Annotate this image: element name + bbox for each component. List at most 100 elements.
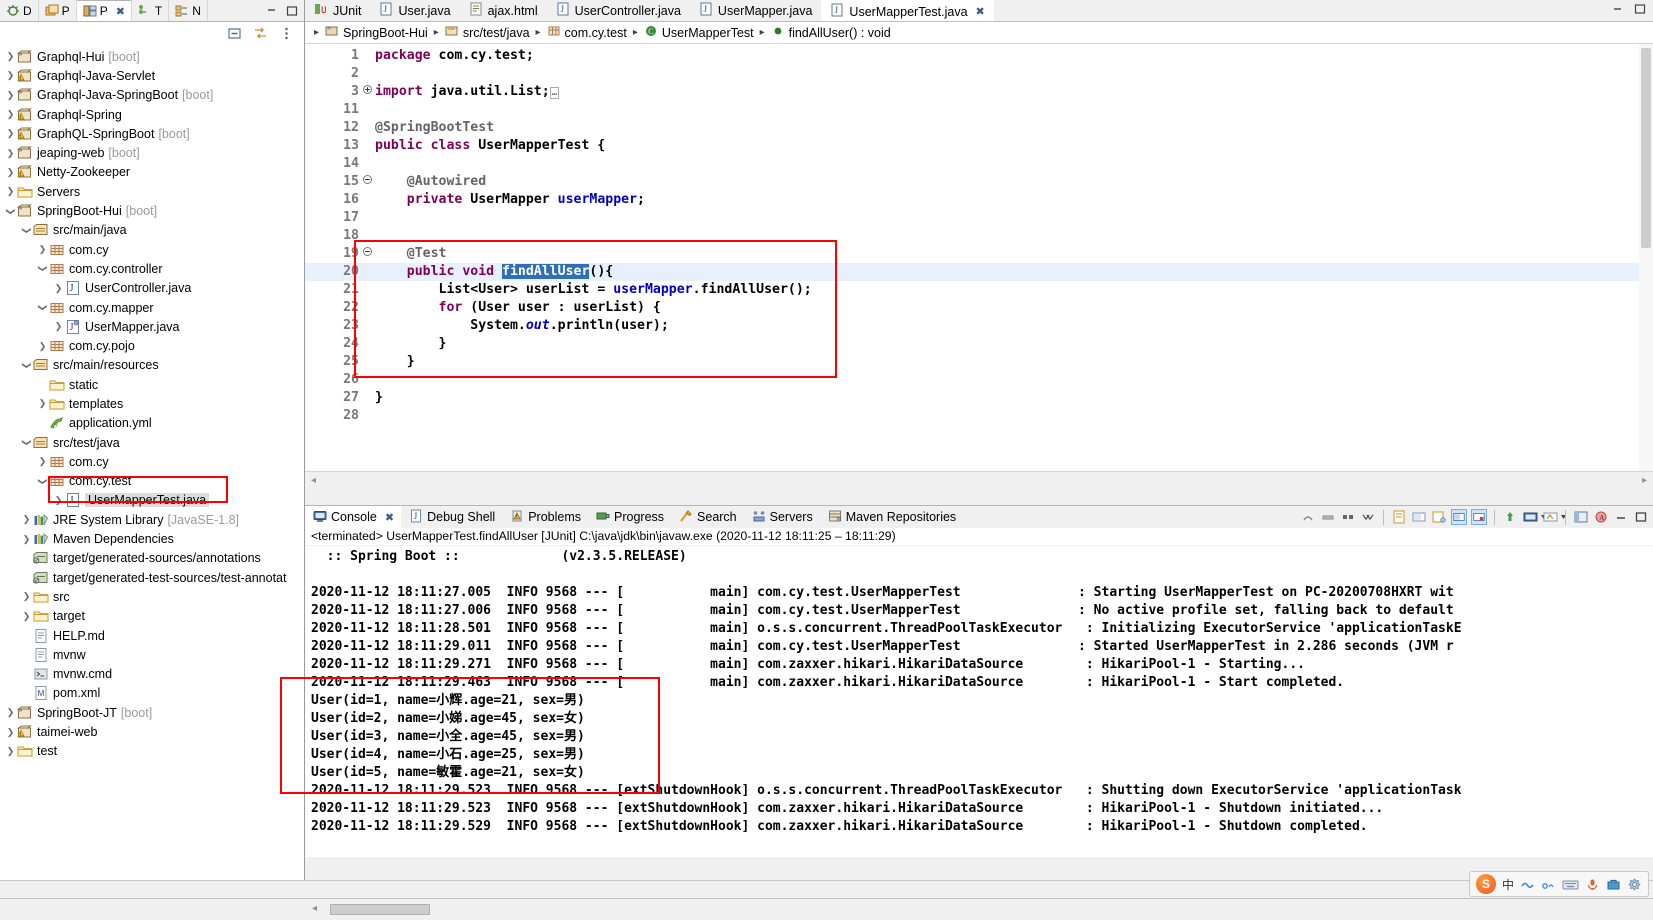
breadcrumb[interactable]: ▸ M SpringBoot-Hui ▸ src/test/java ▸ com… — [305, 22, 1653, 44]
editor-tab-usermapper-java[interactable]: J UserMapper.java — [690, 0, 822, 21]
tree-item-templates[interactable]: ❯ templates — [0, 394, 304, 413]
code-line[interactable]: 1 package com.cy.test; — [305, 47, 1653, 65]
show-console-icon[interactable] — [1411, 509, 1427, 525]
breadcrumb-item-source-folder[interactable]: src/test/java — [445, 24, 530, 41]
chevron-right-icon[interactable]: ❯ — [4, 128, 17, 139]
view-menu-icon[interactable]: A — [1593, 509, 1609, 525]
pin-console-icon[interactable] — [1431, 509, 1447, 525]
tree-item-com-cy[interactable]: ❯ com.cy — [0, 452, 304, 471]
close-icon[interactable]: ✖ — [116, 5, 125, 18]
chevron-right-icon[interactable]: ❯ — [4, 51, 17, 62]
tree-item-src-test-java[interactable]: ❯ src/test/java — [0, 433, 304, 452]
chevron-right-icon[interactable]: ❯ — [4, 186, 17, 197]
tree-item-graphql-spring[interactable]: ❯! Graphql-Spring — [0, 105, 304, 124]
terminate-all-icon[interactable] — [1300, 509, 1316, 525]
tree-item-graphql-java-servlet[interactable]: ❯! Graphql-Java-Servlet — [0, 66, 304, 85]
fold-expand-icon[interactable] — [361, 83, 373, 101]
chevron-right-icon[interactable]: ❯ — [4, 167, 17, 178]
tree-item-springboot-jt[interactable]: ❯ M SpringBoot-JT [boot] — [0, 703, 304, 722]
close-icon[interactable]: ✖ — [385, 511, 394, 524]
tree-item-src[interactable]: ❯ src — [0, 587, 304, 606]
view-menu-icon[interactable] — [279, 26, 294, 41]
breadcrumb-item-class[interactable]: C UserMapperTest — [644, 24, 754, 41]
console-output[interactable]: :: Spring Boot :: (v2.3.5.RELEASE) 2020-1… — [305, 546, 1653, 857]
code-line[interactable]: 18 — [305, 227, 1653, 245]
code-line[interactable]: 13 public class UserMapperTest { — [305, 137, 1653, 155]
console-tab-progress[interactable]: Progress — [588, 509, 671, 526]
tree-item-usermapper-java[interactable]: ❯ J UserMapper.java — [0, 317, 304, 336]
editor-tab-ajax-html[interactable]: ajax.html — [460, 0, 547, 21]
project-tree[interactable]: ❯ M Graphql-Hui [boot] ❯! Graphql-Java-Servle… — [0, 44, 304, 880]
chevron-down-icon[interactable]: ❯ — [5, 205, 16, 218]
open-perspective-icon[interactable] — [1573, 509, 1589, 525]
editor-tab-usercontroller-java[interactable]: J UserController.java — [547, 0, 690, 21]
chevron-down-icon[interactable]: ❯ — [21, 436, 32, 449]
half-width-icon[interactable] — [1541, 877, 1556, 892]
word-wrap-icon[interactable] — [1391, 509, 1407, 525]
tree-item-mvnw-cmd[interactable]: mvnw.cmd — [0, 665, 304, 684]
code-line[interactable]: 22 for (User user : userList) { — [305, 299, 1653, 317]
code-line[interactable]: 15 @Autowired — [305, 173, 1653, 191]
chevron-down-icon[interactable]: ❯ — [37, 475, 48, 488]
code-line[interactable]: 2 — [305, 65, 1653, 83]
tree-item-maven-dependencies[interactable]: ❯ Maven Dependencies — [0, 529, 304, 548]
minimize-icon[interactable] — [1612, 3, 1624, 18]
console-hscroll-thumb[interactable] — [330, 904, 430, 915]
console-tab-console[interactable]: Console ✖ — [305, 505, 402, 529]
minimize-icon[interactable] — [266, 5, 278, 17]
editor-hscroll-track[interactable] — [322, 472, 1636, 488]
code-line[interactable]: 16 private UserMapper userMapper; — [305, 191, 1653, 209]
tree-item-usermappertest-java[interactable]: ❯ J UserMapperTest.java — [0, 491, 304, 510]
editor-tab-usermappertest-java[interactable]: J UserMapperTest.java ✖ — [821, 0, 994, 21]
code-line[interactable]: 27} — [305, 389, 1653, 407]
tree-item-help-md[interactable]: HELP.md — [0, 626, 304, 645]
tree-item-netty-zookeeper[interactable]: ❯! Netty-Zookeeper — [0, 163, 304, 182]
tree-item-src-main-java[interactable]: ❯ src/main/java — [0, 221, 304, 240]
tree-item-taimei-web[interactable]: ❯! taimei-web — [0, 722, 304, 741]
link-with-editor-icon[interactable] — [253, 26, 268, 41]
chinese-pinyin-icon[interactable] — [1520, 877, 1535, 892]
chevron-right-icon[interactable]: ❯ — [4, 109, 17, 120]
chevron-down-icon[interactable]: ❯ — [21, 359, 32, 372]
chevron-down-icon[interactable]: ❯ — [21, 224, 32, 237]
fold-collapse-icon[interactable] — [361, 245, 373, 263]
new-console-view-icon[interactable] — [1502, 509, 1518, 525]
console-tab-debug-shell[interactable]: J Debug Shell — [401, 509, 502, 526]
chevron-right-icon[interactable]: ❯ — [52, 495, 65, 506]
view-tab-package-explorer[interactable]: P — [39, 0, 77, 21]
breadcrumb-item-method[interactable]: findAllUser() : void — [771, 24, 891, 41]
tree-item-test[interactable]: ❯ test — [0, 742, 304, 761]
tree-item-target-generated-sources-annotations[interactable]: target/generated-sources/annotations — [0, 549, 304, 568]
remove-all-terminated-icon[interactable] — [1360, 509, 1376, 525]
code-line[interactable]: 17 — [305, 209, 1653, 227]
close-icon[interactable]: ✖ — [976, 5, 985, 18]
code-line[interactable]: 14 — [305, 155, 1653, 173]
chevron-right-icon[interactable]: ❯ — [4, 148, 17, 159]
editor-vertical-scrollbar[interactable] — [1639, 44, 1653, 471]
console-tab-maven-repositories[interactable]: M Maven Repositories — [820, 509, 963, 526]
console-scroll-left-icon[interactable]: ◂ — [312, 903, 317, 914]
view-tab-project-explorer[interactable]: P ✖ — [76, 0, 132, 21]
keyboard-icon[interactable] — [1562, 877, 1579, 892]
tree-item-mvnw[interactable]: mvnw — [0, 645, 304, 664]
chevron-right-icon[interactable]: ❯ — [20, 591, 33, 602]
code-line[interactable]: 11 — [305, 101, 1653, 119]
code-line[interactable]: 26 — [305, 371, 1653, 389]
tree-item-jeaping-web[interactable]: ❯ Mjeaping-web [boot] — [0, 143, 304, 162]
chevron-right-icon[interactable]: ❯ — [4, 90, 17, 101]
tree-item-servers[interactable]: ❯ Servers — [0, 182, 304, 201]
tree-item-graphql-java-springboot[interactable]: ❯ M Graphql-Java-SpringBoot [boot] — [0, 86, 304, 105]
tree-item-com-cy-mapper[interactable]: ❯ com.cy.mapper — [0, 298, 304, 317]
chevron-right-icon[interactable]: ❯ — [20, 611, 33, 622]
chevron-down-icon[interactable]: ❯ — [37, 262, 48, 275]
code-line[interactable]: 20 public void findAllUser(){ — [305, 263, 1653, 281]
chevron-down-icon[interactable]: ❯ — [37, 301, 48, 314]
console-tab-servers[interactable]: Servers — [744, 509, 820, 526]
editor-scrollbar-thumb[interactable] — [1641, 48, 1651, 248]
chevron-right-icon[interactable]: ❯ — [36, 398, 49, 409]
editor-tab-user-java[interactable]: J User.java — [370, 0, 459, 21]
code-line[interactable]: 21 List<User> userList = userMapper.find… — [305, 281, 1653, 299]
tree-item-com-cy-test[interactable]: ❯ com.cy.test — [0, 472, 304, 491]
remove-launch-icon[interactable] — [1320, 509, 1336, 525]
breadcrumb-item-project[interactable]: M SpringBoot-Hui — [325, 24, 428, 41]
